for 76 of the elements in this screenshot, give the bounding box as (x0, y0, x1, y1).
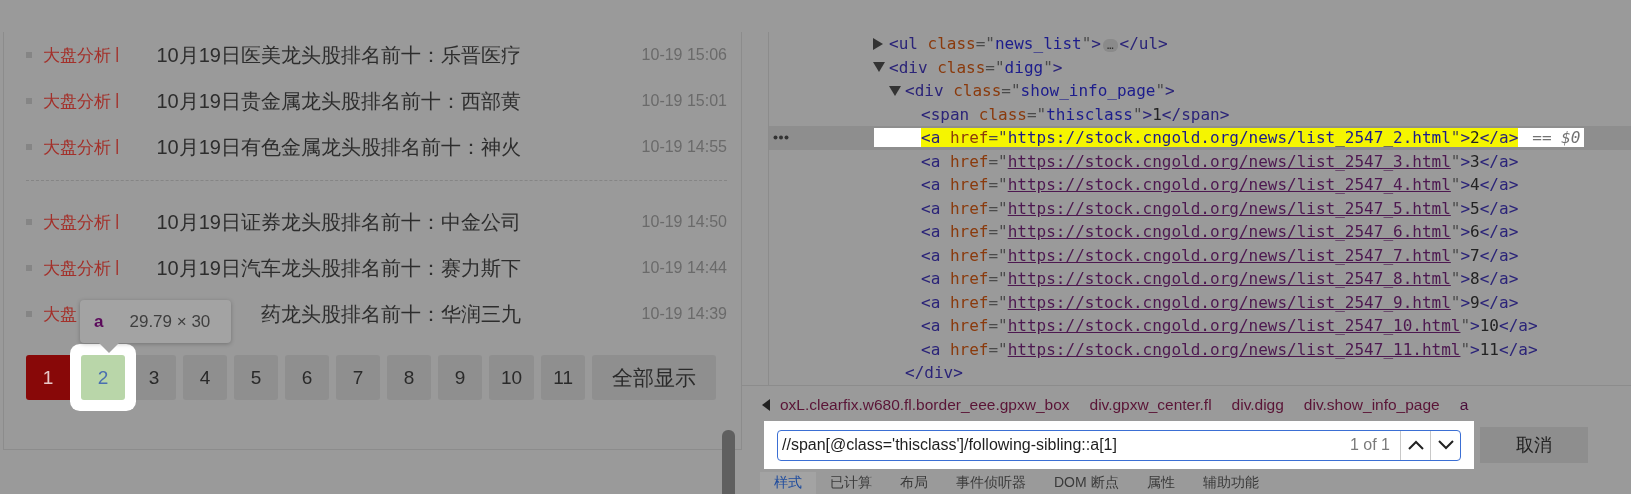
scrollbar-thumb[interactable] (722, 430, 735, 494)
dom-node-line[interactable]: <a href="https://stock.cngold.org/news/list_2547_6.html">6</a> (921, 222, 1519, 242)
dom-node-line[interactable]: <a href="https://stock.cngold.org/news/list_2547_9.html">9</a> (921, 292, 1519, 312)
breadcrumb-item[interactable]: div.digg (1231, 395, 1284, 414)
news-title-link[interactable]: 10月19日医美龙头股排名前十：乐晋医疗 (156, 41, 521, 69)
page-button[interactable]: 4 (183, 355, 227, 400)
page-button[interactable]: 8 (387, 355, 431, 400)
news-title-link[interactable]: 药龙头股排名前十：华润三九 (261, 300, 521, 328)
search-box[interactable]: //span[@class='thisclass']/following-sibling::a[1] 1 of 1 (777, 429, 1461, 461)
dom-node-line[interactable]: <a href="https://stock.cngold.org/news/list_2547_8.html">8</a> (921, 269, 1519, 289)
more-icon[interactable] (773, 135, 789, 140)
collapsed-triangle-icon[interactable] (873, 37, 883, 50)
tooltip-size: 29.79 × 30 (129, 311, 211, 332)
url-link[interactable]: https://stock.cngold.org/news/list_2547_9.html (1007, 292, 1451, 312)
panel-tab[interactable]: 辅助功能 (1188, 472, 1273, 494)
dom-node-line[interactable]: <a href="https://stock.cngold.org/news/list_2547_11.html">11</a> (921, 339, 1538, 359)
panel-tab[interactable]: 样式 (760, 472, 816, 494)
cancel-button[interactable]: 取消 (1480, 427, 1588, 463)
news-title-link[interactable]: 10月19日证券龙头股排名前十：中金公司 (156, 208, 521, 236)
breadcrumb-item[interactable]: oxL.clearfix.w680.fl.border_eee.gpxw_box (780, 395, 1070, 414)
category-separator: | (115, 210, 120, 232)
dom-node-line[interactable]: <span class="thisclass">1</span> (921, 104, 1230, 124)
breadcrumb-item[interactable]: div.show_info_page (1303, 395, 1440, 414)
category-separator: | (115, 43, 120, 65)
breadcrumb-item[interactable]: div.gpxw_center.fl (1089, 395, 1212, 414)
url-link[interactable]: https://stock.cngold.org/news/list_2547_8.html (1007, 269, 1451, 289)
url-link[interactable]: https://stock.cngold.org/news/list_2547_7.html (1007, 245, 1451, 265)
category-link[interactable]: 大盘 (43, 302, 77, 326)
panel-tab[interactable]: 布局 (886, 472, 942, 494)
tooltip-tag: a (94, 311, 104, 332)
news-title-link[interactable]: 10月19日有色金属龙头股排名前十：神火 (156, 133, 521, 161)
panel-tab[interactable]: DOM 断点 (1040, 472, 1133, 494)
dom-node-line[interactable]: <a href="https://stock.cngold.org/news/list_2547_5.html">5</a> (921, 198, 1519, 218)
category-link[interactable]: 大盘分析 (43, 89, 111, 113)
breadcrumb-item[interactable]: a (1459, 395, 1469, 414)
dom-node-line[interactable]: <a href="https://stock.cngold.org/news/list_2547_3.html">3</a> (921, 151, 1519, 171)
dom-node-line[interactable]: <a href="https://stock.cngold.org/news/list_2547_7.html">7</a> (921, 245, 1519, 265)
panel-tab[interactable]: 属性 (1132, 472, 1189, 494)
caret-left-icon (762, 398, 770, 411)
show-all-button[interactable]: 全部显示 (592, 355, 717, 400)
page-button[interactable]: 10 (489, 355, 535, 400)
dom-node-line[interactable]: </div> (905, 363, 963, 383)
scroll-left-button[interactable] (762, 398, 770, 411)
category-link[interactable]: 大盘分析 (43, 43, 111, 67)
page-button[interactable]: 6 (285, 355, 329, 400)
dom-node-line[interactable]: <ul class="news_list"> … </ul> (889, 34, 1168, 54)
url-link[interactable]: https://stock.cngold.org/news/list_2547_3.html (1007, 151, 1451, 171)
panel-tab[interactable]: 事件侦听器 (942, 472, 1040, 494)
category-link[interactable]: 大盘分析 (43, 256, 111, 280)
url-link[interactable]: https://stock.cngold.org/news/list_2547_10.html (1007, 316, 1461, 336)
page-button[interactable]: 7 (336, 355, 380, 400)
category-separator: | (115, 89, 120, 111)
dom-node-line[interactable]: <a href="https://stock.cngold.org/news/list_2547_4.html">4</a> (921, 175, 1519, 195)
panel-tab[interactable]: 已计算 (816, 472, 886, 494)
chevron-up-icon (1407, 440, 1424, 450)
url-link[interactable]: https://stock.cngold.org/news/list_2547_6.html (1007, 222, 1451, 242)
dom-node-line[interactable]: <div class="show_info_page"> (905, 81, 1175, 101)
page-button[interactable]: 5 (234, 355, 278, 400)
page-button[interactable]: 9 (438, 355, 482, 400)
search-field[interactable]: //span[@class='thisclass']/following-sibling::a[1] (778, 435, 1350, 455)
page-button[interactable]: 11 (541, 355, 586, 400)
dom-node-line[interactable]: <a href="https://stock.cngold.org/news/list_2547_10.html">10</a> (921, 316, 1538, 336)
url-link[interactable]: https://stock.cngold.org/news/list_2547_11.html (1007, 339, 1461, 359)
news-title-link[interactable]: 10月19日汽车龙头股排名前十：赛力斯下 (156, 254, 521, 282)
dom-node-line[interactable]: <div class="digg"> (889, 57, 1063, 77)
expanded-triangle-icon[interactable] (873, 62, 885, 73)
expanded-triangle-icon[interactable] (889, 85, 901, 96)
chevron-down-icon (1437, 440, 1454, 450)
news-title-link[interactable]: 10月19日贵金属龙头股排名前十：西部黄 (156, 87, 521, 115)
category-separator: | (115, 256, 120, 278)
match-count: 1 of 1 (1349, 436, 1391, 454)
category-separator: | (115, 135, 120, 157)
category-link[interactable]: 大盘分析 (43, 135, 111, 159)
category-link[interactable]: 大盘分析 (43, 210, 111, 234)
url-link[interactable]: https://stock.cngold.org/news/list_2547_5.html (1007, 198, 1451, 218)
url-link[interactable]: https://stock.cngold.org/news/list_2547_4.html (1007, 175, 1451, 195)
